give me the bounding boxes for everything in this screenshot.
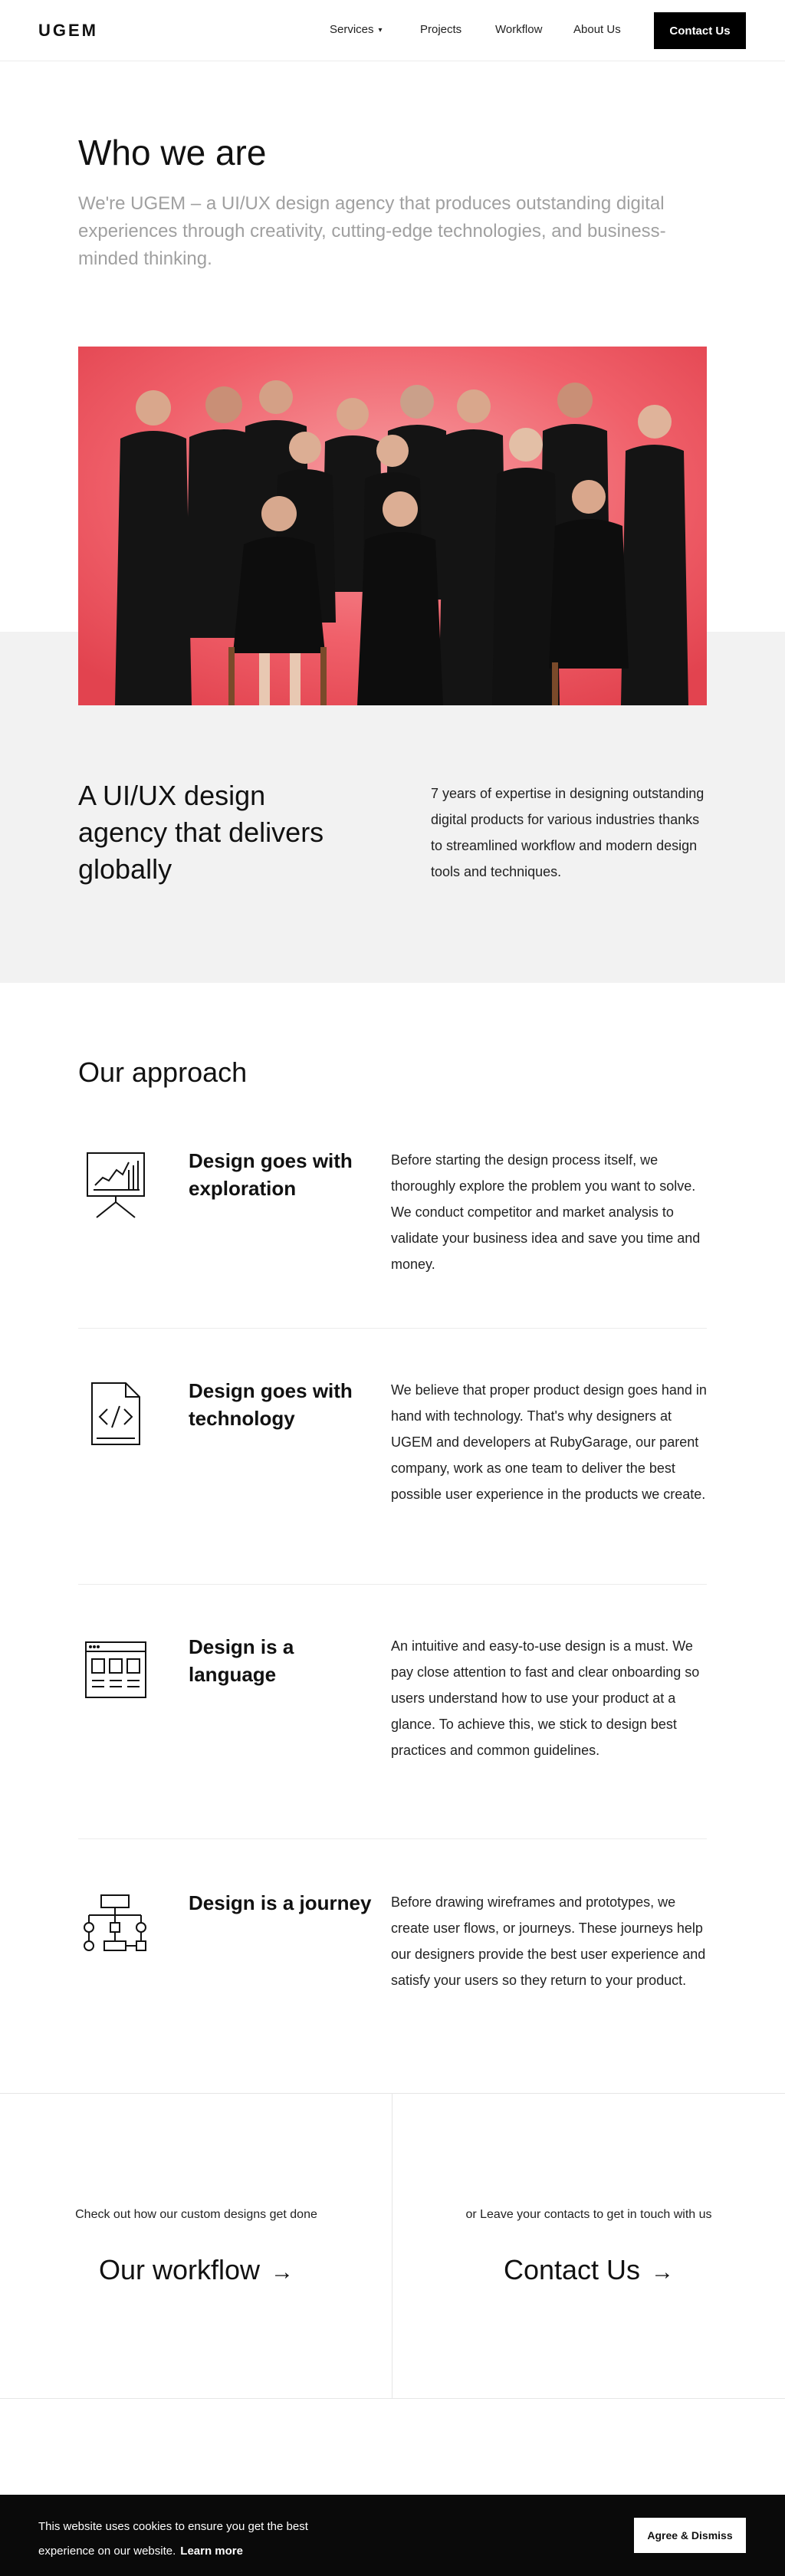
approach-title: Our approach <box>78 1056 248 1088</box>
approach-heading: Design goes with technology <box>189 1379 353 1430</box>
approach-heading: Design is a language <box>189 1635 294 1686</box>
approach-divider <box>78 1838 707 1839</box>
workflow-cta-label[interactable]: Our workflow <box>99 2254 260 2285</box>
team-photo <box>78 347 707 705</box>
approach-body: An intuitive and easy-to-use design is a… <box>391 1638 700 1758</box>
arrow-right-icon[interactable]: → <box>651 2259 674 2285</box>
nav-services-label[interactable]: Services <box>330 23 374 36</box>
contact-us-button[interactable]: Contact Us <box>654 12 746 49</box>
nav-workflow[interactable]: Workflow <box>495 23 542 36</box>
cta-divider-top <box>0 2093 785 2094</box>
approach-body: Before starting the design process itsel… <box>391 1152 701 1272</box>
contact-cta-link[interactable]: Contact Us → <box>392 2254 785 2286</box>
cta-divider-bottom <box>0 2398 785 2399</box>
approach-body: We believe that proper product design go… <box>391 1382 707 1502</box>
approach-divider <box>78 1584 707 1585</box>
arrow-right-icon[interactable]: → <box>271 2259 294 2285</box>
workflow-cta-link[interactable]: Our workflow → <box>0 2254 392 2286</box>
who-we-are-title: Who we are <box>78 133 267 172</box>
agree-dismiss-button[interactable]: Agree & Dismiss <box>634 2518 746 2553</box>
approach-heading: Design goes with exploration <box>189 1149 353 1200</box>
cookie-text: This website uses cookies to ensure you … <box>38 2515 360 2564</box>
nav-projects[interactable]: Projects <box>420 23 461 36</box>
flowchart-icon <box>78 1889 152 1963</box>
nav-about-us[interactable]: About Us <box>573 23 621 36</box>
contact-cta-label[interactable]: Contact Us <box>504 2254 640 2285</box>
browser-layout-icon <box>78 1633 152 1707</box>
cookie-banner: This website uses cookies to ensure you … <box>0 2495 785 2576</box>
workflow-cta-subtitle: Check out how our custom designs get don… <box>75 2208 317 2221</box>
global-section-text: 7 years of expertise in designing outsta… <box>431 786 705 879</box>
approach-divider <box>78 1328 707 1329</box>
cookie-message: This website uses cookies to ensure you … <box>38 2520 308 2558</box>
nav-services[interactable]: Services ▾ <box>330 23 383 36</box>
presentation-chart-icon <box>78 1147 152 1221</box>
global-section-title: A UI/UX design agency that delivers glob… <box>78 780 324 885</box>
contact-cta-subtitle: or Leave your contacts to get in touch w… <box>465 2208 712 2221</box>
code-file-icon <box>78 1377 152 1451</box>
who-we-are-text: We're UGEM – a UI/UX design agency that … <box>78 193 666 269</box>
site-header: UGEM Services ▾ Projects Workflow About U… <box>0 0 785 61</box>
approach-body: Before drawing wireframes and prototypes… <box>391 1894 706 1988</box>
learn-more-link[interactable]: Learn more <box>180 2545 243 2558</box>
chevron-down-icon[interactable]: ▾ <box>379 26 383 34</box>
ugem-logo[interactable]: UGEM <box>38 21 98 41</box>
approach-heading: Design is a journey <box>189 1891 372 1914</box>
